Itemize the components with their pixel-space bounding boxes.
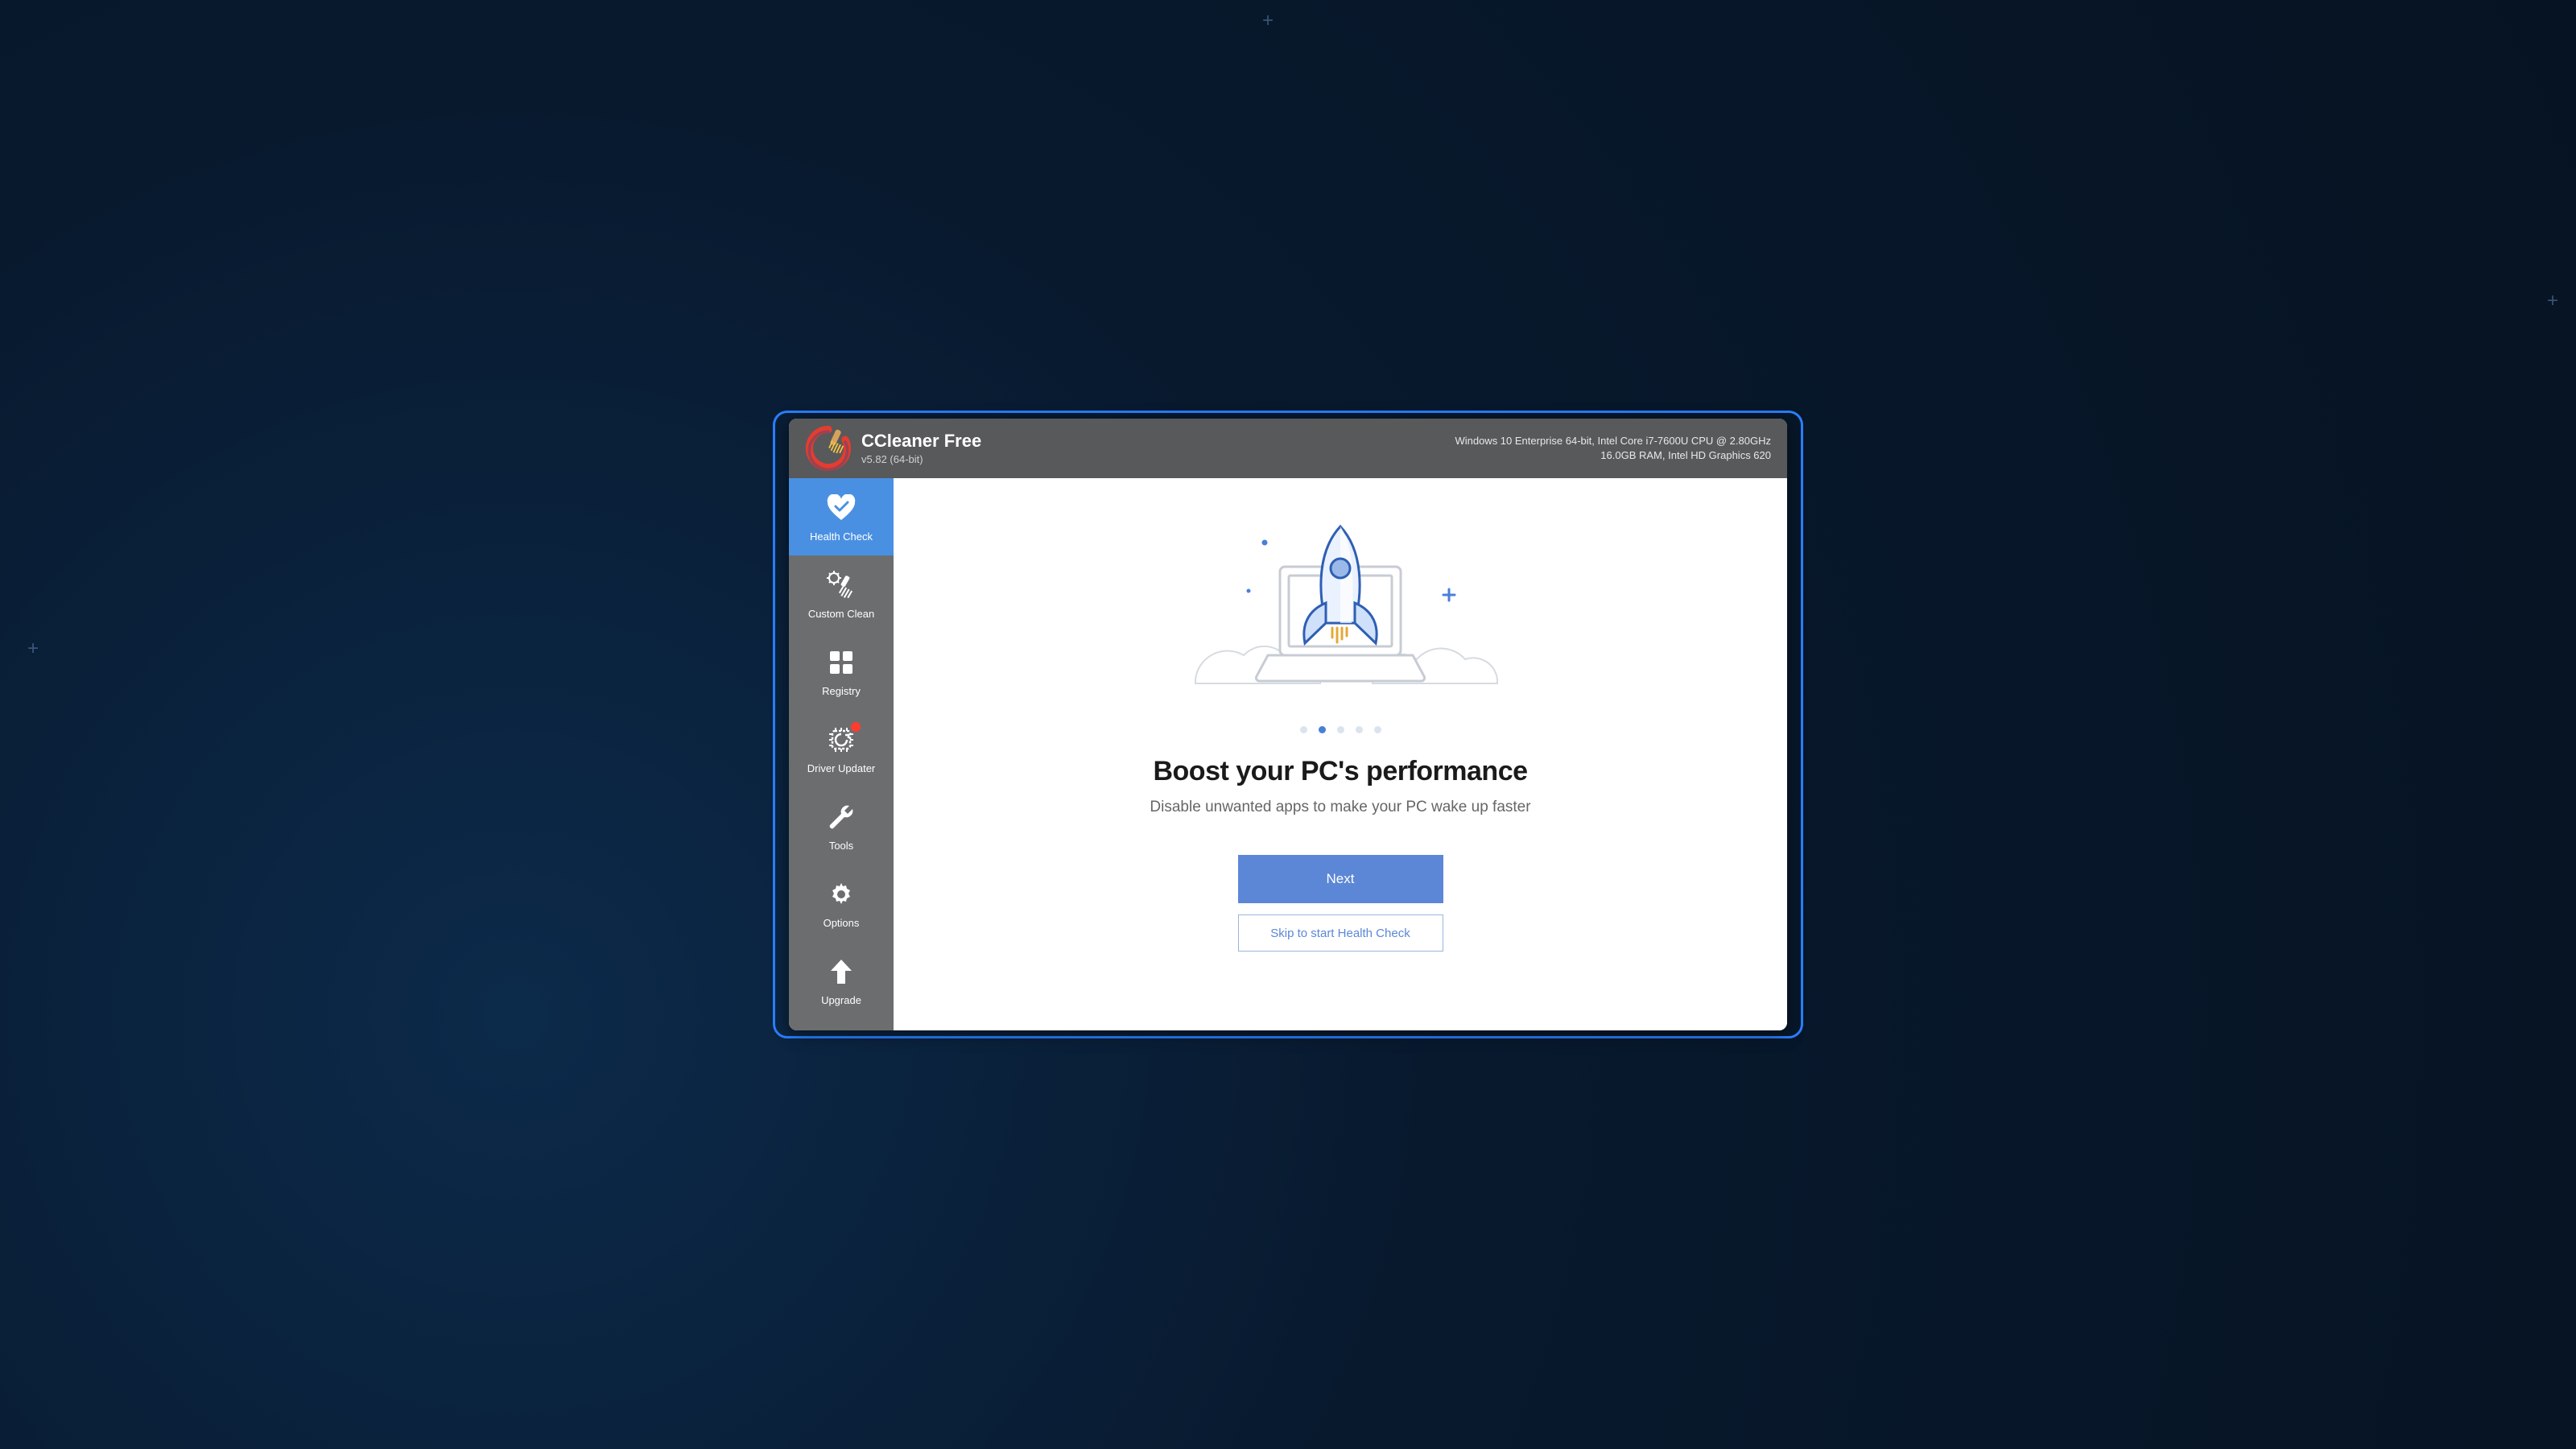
plus-decoration-icon: +: [1262, 10, 1274, 32]
gear-icon: [825, 878, 857, 910]
brush-gear-icon: [825, 569, 857, 601]
sidebar-item-label: Custom Clean: [808, 608, 874, 620]
skip-button[interactable]: Skip to start Health Check: [1238, 914, 1443, 952]
subheadline: Disable unwanted apps to make your PC wa…: [1150, 799, 1530, 816]
headline: Boost your PC's performance: [1153, 756, 1527, 787]
app-window: CCleaner Free v5.82 (64-bit) Windows 10 …: [789, 419, 1787, 1030]
sidebar: Health Check Custom Clean: [789, 478, 894, 1030]
system-info-line2: 16.0GB RAM, Intel HD Graphics 620: [1455, 448, 1771, 463]
sidebar-item-label: Health Check: [810, 530, 873, 543]
sidebar-item-tools[interactable]: Tools: [789, 787, 894, 865]
notification-dot-icon: [851, 722, 861, 732]
sidebar-item-health-check[interactable]: Health Check: [789, 478, 894, 555]
ccleaner-logo-icon: [805, 425, 852, 472]
sidebar-item-label: Tools: [829, 840, 853, 852]
rocket-laptop-illustration-icon: [1171, 518, 1509, 704]
chip-icon: [825, 724, 857, 756]
pager-dots: [1300, 726, 1381, 733]
logo-wrap: CCleaner Free v5.82 (64-bit): [805, 425, 981, 472]
plus-decoration-icon: +: [2547, 290, 2558, 312]
plus-decoration-icon: +: [27, 638, 39, 660]
sidebar-item-label: Registry: [822, 685, 861, 697]
pager-dot-1[interactable]: [1300, 726, 1307, 733]
sidebar-item-label: Options: [824, 917, 860, 929]
app-title: CCleaner Free: [861, 431, 981, 451]
promo-frame: CCleaner Free v5.82 (64-bit) Windows 10 …: [773, 411, 1803, 1038]
pager-dot-2[interactable]: [1319, 726, 1326, 733]
sidebar-item-upgrade[interactable]: Upgrade: [789, 942, 894, 1019]
heart-check-icon: [825, 492, 857, 524]
sidebar-item-label: Driver Updater: [807, 762, 876, 774]
sidebar-item-label: Upgrade: [821, 994, 861, 1006]
titlebar: CCleaner Free v5.82 (64-bit) Windows 10 …: [789, 419, 1787, 478]
sidebar-item-registry[interactable]: Registry: [789, 633, 894, 710]
next-button[interactable]: Next: [1238, 855, 1443, 903]
sidebar-item-custom-clean[interactable]: Custom Clean: [789, 555, 894, 633]
app-version: v5.82 (64-bit): [861, 453, 981, 465]
sidebar-item-driver-updater[interactable]: Driver Updater: [789, 710, 894, 787]
system-info-line1: Windows 10 Enterprise 64-bit, Intel Core…: [1455, 434, 1771, 448]
arrow-up-icon: [825, 956, 857, 988]
sidebar-item-options[interactable]: Options: [789, 865, 894, 942]
pager-dot-5[interactable]: [1374, 726, 1381, 733]
wrench-icon: [825, 801, 857, 833]
pager-dot-4[interactable]: [1356, 726, 1363, 733]
pager-dot-3[interactable]: [1337, 726, 1344, 733]
grid-icon: [825, 646, 857, 679]
system-info: Windows 10 Enterprise 64-bit, Intel Core…: [1455, 434, 1771, 463]
main-content: Boost your PC's performance Disable unwa…: [894, 478, 1787, 1030]
